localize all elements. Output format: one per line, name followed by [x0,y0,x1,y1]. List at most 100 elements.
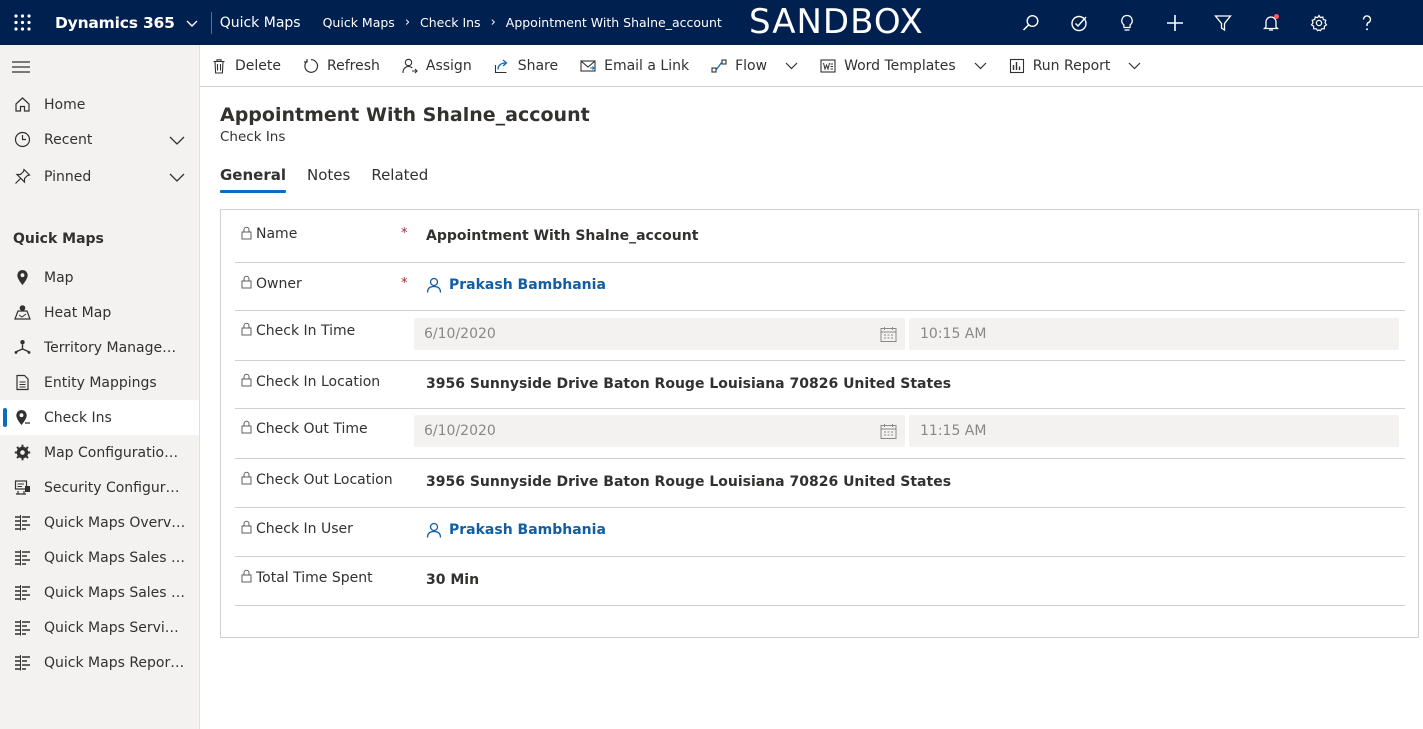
flow-button[interactable]: Flow [711,45,808,87]
command-label: Email a Link [604,57,690,74]
sidebar-item-map[interactable]: Map [0,260,199,295]
owner-lookup-link[interactable]: Prakash Bambhania [426,277,606,293]
sidebar-item-quick-maps-sales-performance[interactable]: Quick Maps Sales Per... [0,575,199,610]
breadcrumb: Quick Maps › Check Ins › Appointment Wit… [323,15,722,30]
name-value[interactable]: Appointment With Shalne_account [426,228,698,244]
sidebar-item-quick-maps-reporting[interactable]: Quick Maps Reportin... [0,645,199,680]
field-label: Check In Time [256,323,356,339]
app-name[interactable]: Dynamics 365 [55,14,175,32]
sidebar-item-label: Check Ins [44,409,112,426]
tab-notes[interactable]: Notes [307,166,350,193]
word-icon [820,58,836,73]
sidebar-item-quick-maps-service[interactable]: Quick Maps Service ... [0,610,199,645]
search-icon[interactable] [1007,0,1055,45]
person-icon [426,522,442,538]
app-launcher-icon[interactable] [0,0,45,45]
field-row-check-in-user: Check In User Prakash Bambhania [235,508,1405,557]
help-icon[interactable] [1343,0,1391,45]
tab-general[interactable]: General [220,166,286,193]
field-row-name: Name * Appointment With Shalne_account [235,210,1405,263]
sidebar-item-home[interactable]: Home [0,87,199,122]
sidebar-item-label: Home [44,96,86,113]
chevron-down-icon[interactable] [785,62,798,70]
gear-icon[interactable] [1295,0,1343,45]
lock-icon [241,420,252,434]
chevron-down-icon[interactable] [185,16,199,30]
command-label: Delete [235,57,281,74]
sidebar-item-label: Pinned [44,168,92,185]
assign-button[interactable]: Assign [402,45,482,87]
lock-icon [241,275,252,289]
breadcrumb-item[interactable]: Quick Maps [323,15,395,30]
sidebar-item-recent[interactable]: Recent [0,122,199,157]
word-templates-button[interactable]: Word Templates [820,45,997,87]
user-avatar-area[interactable] [1391,0,1423,45]
dashboard-icon [0,584,44,601]
sidebar-item-security-configuration[interactable]: Security Configuratio... [0,470,199,505]
calendar-icon[interactable] [880,326,897,343]
task-icon[interactable] [1055,0,1103,45]
field-label: Name [256,226,298,242]
sidebar-item-map-configuration[interactable]: Map Configuration D... [0,435,199,470]
top-navigation-bar: Dynamics 365 Quick Maps Quick Maps › Che… [0,0,1423,45]
field-row-total-time-spent: Total Time Spent 30 Min [235,557,1405,606]
territory-icon [0,339,44,356]
sidebar-item-quick-maps-overview[interactable]: Quick Maps Overvie... [0,505,199,540]
bell-icon[interactable] [1247,0,1295,45]
top-icon-bar [1007,0,1423,45]
calendar-icon[interactable] [880,423,897,440]
field-label: Check In Location [256,374,381,390]
chevron-down-icon[interactable] [1128,62,1141,70]
sidebar-item-pinned[interactable]: Pinned [0,159,199,194]
field-label: Total Time Spent [256,570,373,586]
check-out-date-field[interactable]: 6/10/2020 [414,415,905,447]
trash-icon [213,58,225,74]
refresh-button[interactable]: Refresh [303,45,390,87]
check-in-date-field[interactable]: 6/10/2020 [414,318,905,350]
lightbulb-icon[interactable] [1103,0,1151,45]
tab-related[interactable]: Related [371,166,428,193]
lock-icon [241,373,252,387]
required-marker: * [401,226,408,241]
report-icon [1009,58,1024,73]
chevron-down-icon[interactable] [974,62,987,70]
filter-icon[interactable] [1199,0,1247,45]
hamburger-menu-icon[interactable] [12,60,30,74]
date-value: 6/10/2020 [424,326,496,342]
sidebar-item-label: Quick Maps Reportin... [44,654,186,671]
chevron-down-icon[interactable] [169,170,185,184]
sidebar-item-label: Security Configuratio... [44,479,186,496]
check-in-user-lookup-link[interactable]: Prakash Bambhania [426,522,606,538]
field-row-check-out-time: Check Out Time 6/10/2020 11:15 AM [235,409,1405,459]
assign-icon [402,58,418,73]
module-name[interactable]: Quick Maps [220,15,301,31]
sidebar-item-check-ins[interactable]: Check Ins [0,400,199,435]
chevron-down-icon[interactable] [169,133,185,147]
total-time-spent-value[interactable]: 30 Min [426,572,479,588]
breadcrumb-item: Appointment With Shalne_account [505,15,722,30]
sidebar-item-territory-management[interactable]: Territory Management [0,330,199,365]
sidebar-item-entity-mappings[interactable]: Entity Mappings [0,365,199,400]
required-marker: * [401,276,408,291]
share-button[interactable]: Share [494,45,568,87]
delete-button[interactable]: Delete [211,45,291,87]
page-title: Appointment With Shalne_account [220,104,590,126]
security-config-icon [0,479,44,496]
check-out-location-value[interactable]: 3956 Sunnyside Drive Baton Rouge Louisia… [426,474,951,490]
plus-icon[interactable] [1151,0,1199,45]
date-value: 6/10/2020 [424,423,496,439]
check-in-time-field[interactable]: 10:15 AM [909,318,1399,350]
check-in-location-value[interactable]: 3956 Sunnyside Drive Baton Rouge Louisia… [426,376,951,392]
breadcrumb-item[interactable]: Check Ins [420,15,481,30]
sidebar: Home Recent Pinned Quick Maps Map Heat M… [0,45,200,729]
form-section-general: Name * Appointment With Shalne_account O… [220,209,1419,638]
heat-map-icon [0,304,44,321]
field-label: Owner [256,276,302,292]
command-bar: Delete Refresh Assign Share Email a Link… [200,45,1423,87]
chevron-right-icon: › [490,15,496,30]
run-report-button[interactable]: Run Report [1009,45,1152,87]
email-a-link-button[interactable]: Email a Link [580,45,699,87]
sidebar-item-heat-map[interactable]: Heat Map [0,295,199,330]
check-out-time-field[interactable]: 11:15 AM [909,415,1399,447]
sidebar-item-quick-maps-sales-activity[interactable]: Quick Maps Sales Act... [0,540,199,575]
